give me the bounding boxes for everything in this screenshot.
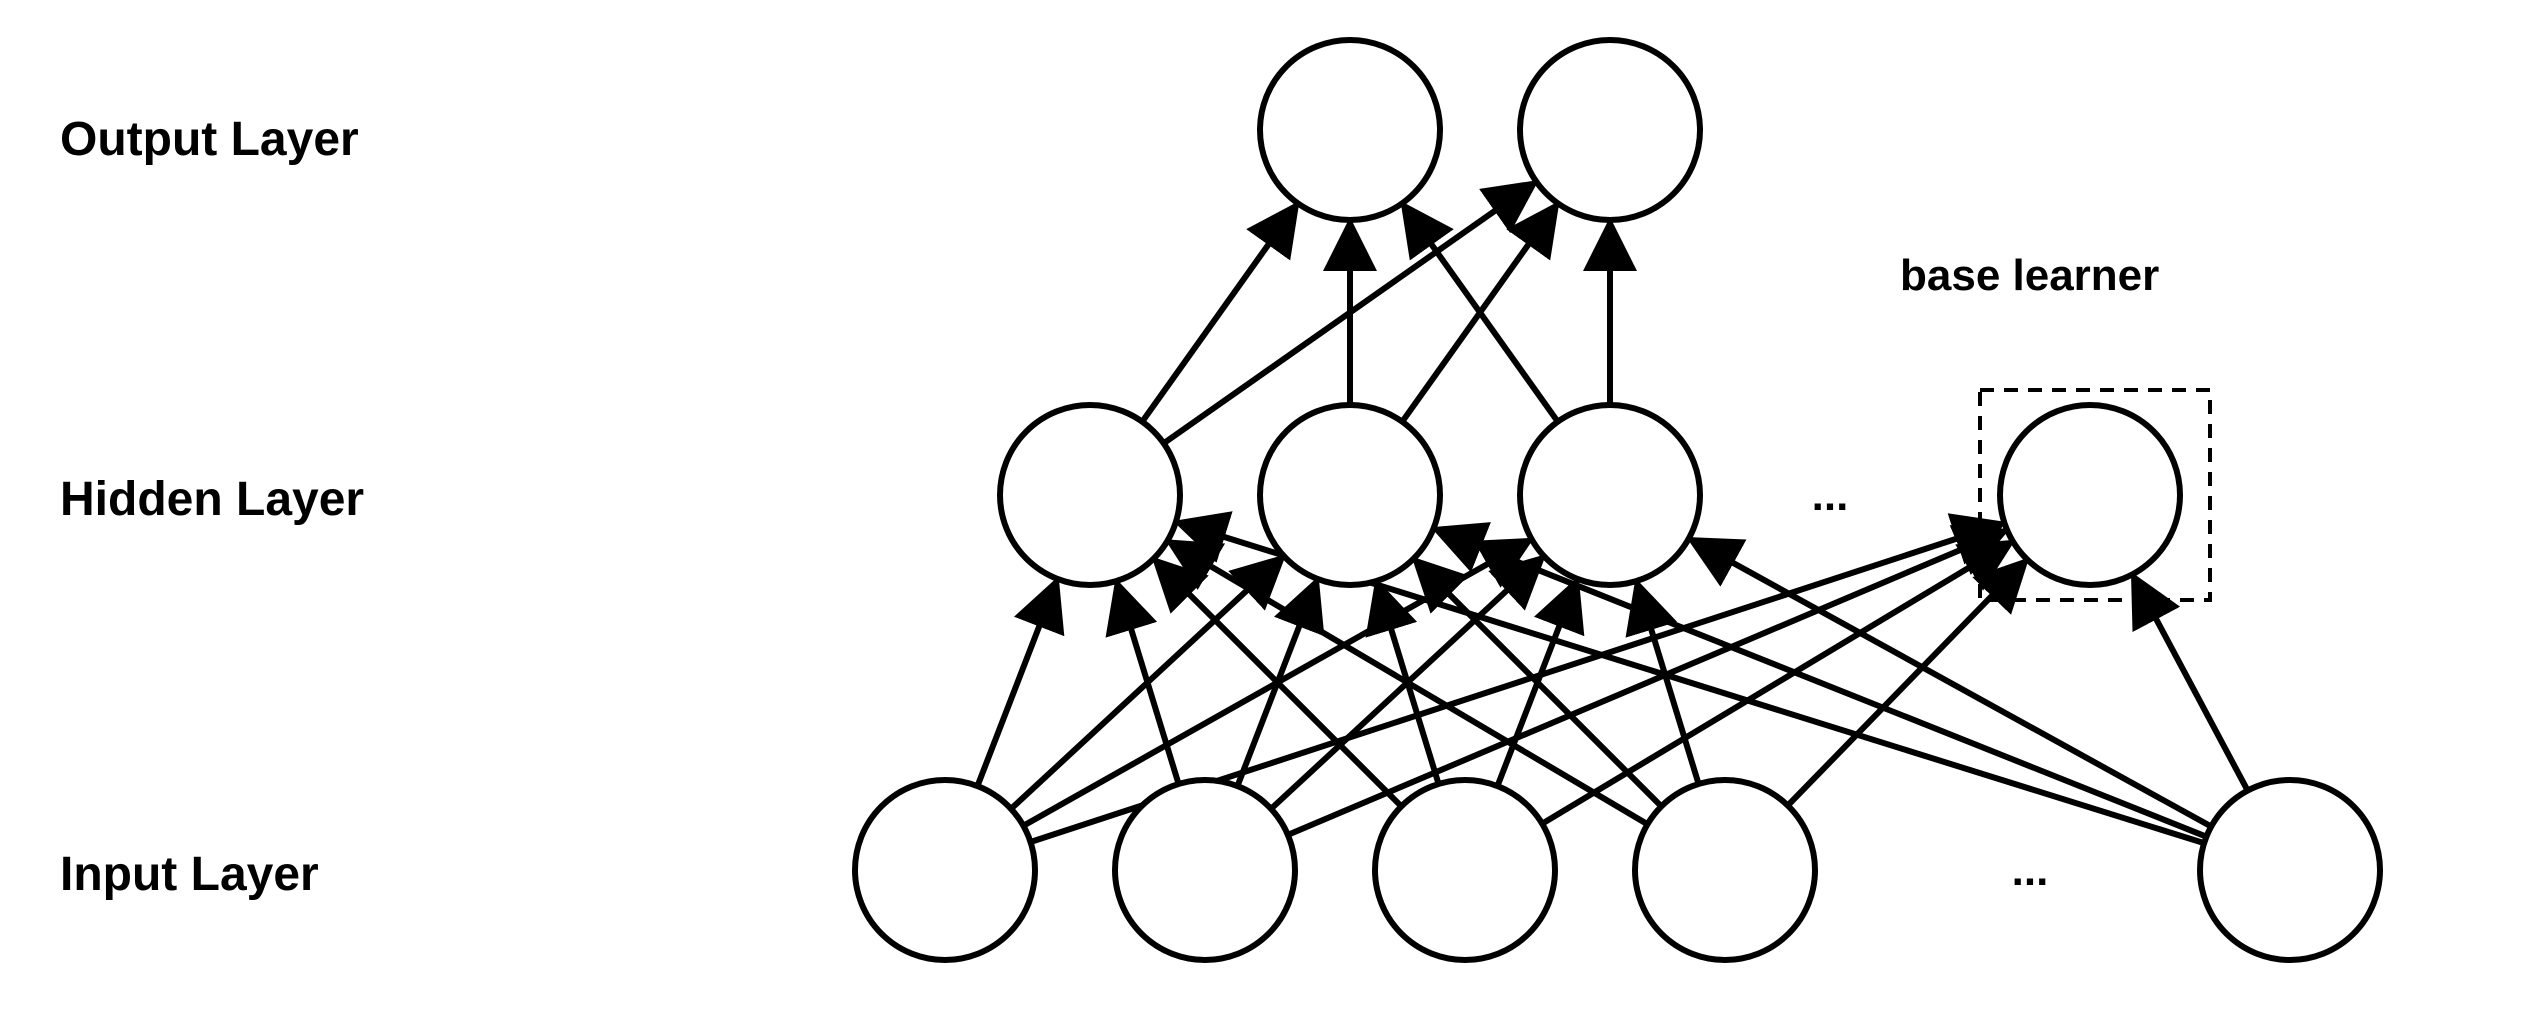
hidden-node-0: [1000, 405, 1180, 585]
input-node-1: [1115, 780, 1295, 960]
base-learner-label: base learner: [1900, 251, 2159, 300]
output-node-0: [1260, 40, 1440, 220]
hidden-node-2: [1520, 405, 1700, 585]
output-node-1: [1520, 40, 1700, 220]
input-node-3: [1635, 780, 1815, 960]
hidden-layer-label: Hidden Layer: [60, 473, 364, 526]
edge: [1158, 563, 1401, 806]
edge: [1142, 208, 1294, 422]
hidden-ellipsis: ...: [1812, 471, 1849, 520]
hidden-node-3: [2000, 405, 2180, 585]
input-node-2: [1375, 780, 1555, 960]
edge: [977, 585, 1055, 787]
output-layer-label: Output Layer: [60, 113, 359, 166]
input-node-0: [855, 780, 1035, 960]
edge: [2135, 580, 2247, 791]
input-node-4: [2200, 780, 2380, 960]
input-layer-label: Input Layer: [60, 848, 319, 901]
neural-network-diagram: Output Layer Hidden Layer Input Layer ba…: [0, 0, 2539, 1015]
input-ellipsis: ...: [2012, 846, 2049, 895]
hidden-node-1: [1260, 405, 1440, 585]
edge: [1418, 563, 1661, 806]
